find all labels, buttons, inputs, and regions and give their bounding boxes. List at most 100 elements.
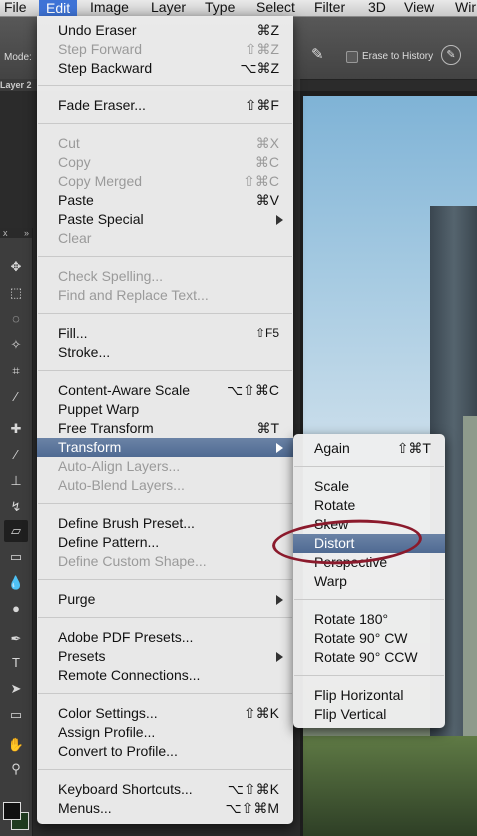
menu-item-rotate-180[interactable]: Rotate 180° [293,610,445,629]
menu-edit[interactable]: Edit [39,0,78,16]
menu-item-label: Menus... [58,800,112,816]
menu-item-define-brush-preset[interactable]: Define Brush Preset... [37,514,293,533]
menu-item-shortcut: ⌥⌘Z [240,60,279,76]
menu-item-define-pattern[interactable]: Define Pattern... [37,533,293,552]
menu-item-again[interactable]: Again ⇧⌘T [293,439,445,458]
menu-item-scale[interactable]: Scale [293,477,445,496]
menu-filter[interactable]: Filter [314,0,345,16]
menu-item-rotate-90-cw[interactable]: Rotate 90° CW [293,629,445,648]
menu-item-label: Copy [58,154,91,170]
rectangle-tool-icon[interactable]: ▭ [4,704,28,726]
menu-item-label: Puppet Warp [58,401,140,417]
menu-item-paste[interactable]: Paste ⌘V [37,191,293,210]
menu-item-label: Transform [58,439,122,455]
history-brush-tool-icon[interactable]: ↯ [4,496,28,518]
pen-tool-icon[interactable]: ✒ [4,628,28,650]
menu-separator [294,466,444,467]
menu-item-label: Warp [314,573,347,589]
mode-label: Mode: [4,52,32,63]
airbrush-icon[interactable]: ✎ [311,45,324,63]
eraser-tool-icon[interactable]: ▱ [4,520,28,542]
menu-item-paste-special[interactable]: Paste Special [37,210,293,229]
menu-item-label: Rotate [314,497,356,513]
menu-item-label: Rotate 90° CCW [314,649,418,665]
menu-file[interactable]: File [4,0,27,16]
menu-3d[interactable]: 3D [368,0,386,16]
gradient-tool-icon[interactable]: ▭ [4,546,28,568]
menu-item-undo-eraser[interactable]: Undo Eraser ⌘Z [37,21,293,40]
menu-window[interactable]: Wir [455,0,476,16]
lasso-tool-icon[interactable]: ◌ [4,308,28,330]
menu-separator [294,675,444,676]
dodge-tool-icon[interactable]: ● [4,598,28,620]
quick-select-tool-icon[interactable]: ✧ [4,334,28,356]
pressure-icon[interactable]: ✎ [441,45,461,65]
menu-layer[interactable]: Layer [151,0,186,16]
menu-item-remote-connections[interactable]: Remote Connections... [37,666,293,685]
close-panel-icon[interactable]: x [3,228,8,238]
menu-item-fill[interactable]: Fill... ⇧F5 [37,324,293,343]
menu-separator [38,579,292,580]
menu-item-warp[interactable]: Warp [293,572,445,591]
menu-item-assign-profile[interactable]: Assign Profile... [37,723,293,742]
menu-item-label: Auto-Blend Layers... [58,477,185,493]
menu-item-label: Flip Horizontal [314,687,404,703]
move-tool-icon[interactable]: ✥ [4,256,28,278]
menu-item-label: Purge [58,591,96,607]
menu-item-presets[interactable]: Presets [37,647,293,666]
menu-item-label: Clear [58,230,92,246]
menu-item-content-aware-scale[interactable]: Content-Aware Scale ⌥⇧⌘C [37,381,293,400]
marquee-tool-icon[interactable]: ⬚ [4,282,28,304]
submenu-arrow-icon [276,652,283,662]
menu-separator [294,599,444,600]
menu-type[interactable]: Type [205,0,235,16]
type-tool-icon[interactable]: T [4,652,28,674]
menu-item-keyboard-shortcuts[interactable]: Keyboard Shortcuts... ⌥⇧⌘K [37,780,293,799]
menu-item-auto-blend-layers: Auto-Blend Layers... [37,476,293,495]
menu-item-free-transform[interactable]: Free Transform ⌘T [37,419,293,438]
blur-tool-icon[interactable]: 💧 [4,572,28,594]
menu-item-color-settings[interactable]: Color Settings... ⇧⌘K [37,704,293,723]
eyedropper-tool-icon[interactable]: ⁄ [4,386,28,408]
menu-item-purge[interactable]: Purge [37,590,293,609]
stamp-tool-icon[interactable]: ⊥ [4,470,28,492]
menu-item-label: Step Forward [58,41,143,57]
menu-item-clear: Clear [37,229,293,248]
crop-tool-icon[interactable]: ⌗ [4,360,28,382]
foreground-color-swatch[interactable] [3,802,21,820]
menu-item-define-custom-shape: Define Custom Shape... [37,552,293,571]
path-select-tool-icon[interactable]: ➤ [4,678,28,700]
menu-item-flip-vertical[interactable]: Flip Vertical [293,705,445,724]
menu-item-label: Rotate 90° CW [314,630,408,646]
menu-view[interactable]: View [404,0,434,16]
menu-item-shortcut: ⇧F5 [254,326,279,340]
menu-separator [38,313,292,314]
menu-item-flip-horizontal[interactable]: Flip Horizontal [293,686,445,705]
brush-tool-icon[interactable]: ∕ [4,444,28,466]
menu-item-shortcut: ⇧⌘K [243,705,279,721]
menu-image[interactable]: Image [90,0,129,16]
menu-item-convert-to-profile[interactable]: Convert to Profile... [37,742,293,761]
menu-item-transform[interactable]: Transform [37,438,293,457]
erase-to-history-checkbox[interactable] [346,51,358,63]
menu-select[interactable]: Select [256,0,295,16]
healing-brush-tool-icon[interactable]: ✚ [4,418,28,440]
menu-item-menus[interactable]: Menus... ⌥⇧⌘M [37,799,293,818]
menu-item-stroke[interactable]: Stroke... [37,343,293,362]
tools-header: x » [0,228,32,238]
menu-item-label: Free Transform [58,420,154,436]
hand-tool-icon[interactable]: ✋ [4,734,28,756]
menu-item-label: Define Brush Preset... [58,515,195,531]
collapse-panel-icon[interactable]: » [24,228,29,238]
zoom-tool-icon[interactable]: ⚲ [4,758,28,780]
menu-item-fade-eraser[interactable]: Fade Eraser... ⇧⌘F [37,96,293,115]
menu-item-copy-merged: Copy Merged ⇧⌘C [37,172,293,191]
menu-item-label: Undo Eraser [58,22,137,38]
menu-item-label: Scale [314,478,350,494]
menu-item-puppet-warp[interactable]: Puppet Warp [37,400,293,419]
menu-item-step-backward[interactable]: Step Backward ⌥⌘Z [37,59,293,78]
submenu-arrow-icon [276,215,283,225]
menu-item-rotate[interactable]: Rotate [293,496,445,515]
menu-item-rotate-90-ccw[interactable]: Rotate 90° CCW [293,648,445,667]
menu-item-adobe-pdf-presets[interactable]: Adobe PDF Presets... [37,628,293,647]
